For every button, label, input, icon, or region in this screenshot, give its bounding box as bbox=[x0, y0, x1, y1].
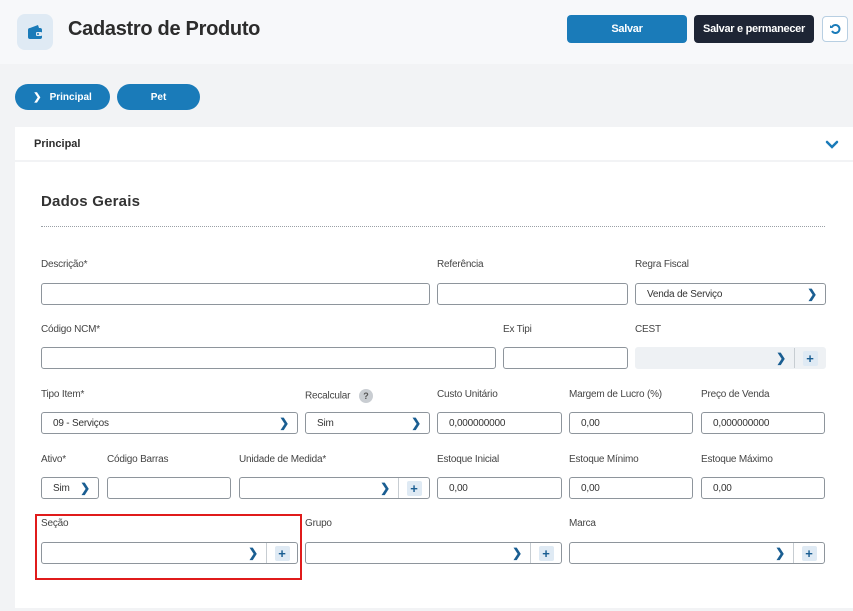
descricao-input[interactable] bbox=[41, 283, 430, 305]
page-title: Cadastro de Produto bbox=[68, 18, 261, 40]
codigo-barras-label: Código Barras bbox=[107, 454, 169, 465]
tab-pet-label: Pet bbox=[150, 91, 167, 103]
plus-icon: + bbox=[802, 350, 818, 366]
add-marca-button[interactable]: + bbox=[793, 543, 824, 563]
regra-fiscal-value: Venda de Serviço bbox=[647, 288, 723, 300]
chevron-right-icon: ❯ bbox=[380, 481, 390, 495]
card-title: Dados Gerais bbox=[41, 193, 141, 210]
ativo-label: Ativo* bbox=[41, 454, 66, 465]
referencia-input[interactable] bbox=[437, 283, 628, 305]
codigo-barras-input[interactable] bbox=[107, 477, 231, 499]
help-icon[interactable]: ? bbox=[358, 389, 373, 403]
regra-fiscal-select[interactable]: Venda de Serviço ❯ bbox=[635, 283, 826, 305]
recalcular-value: Sim bbox=[317, 417, 334, 429]
codigo-ncm-input[interactable] bbox=[41, 347, 496, 369]
estoque-maximo-label: Estoque Máximo bbox=[701, 454, 773, 465]
section-header[interactable]: Principal bbox=[15, 127, 853, 160]
chevron-right-icon: ❯ bbox=[776, 351, 786, 365]
tipo-item-select[interactable]: 09 - Serviços ❯ bbox=[41, 412, 298, 434]
unidade-medida-select[interactable]: ❯ + bbox=[239, 477, 430, 499]
save-and-stay-button[interactable]: Salvar e permanecer bbox=[694, 15, 814, 43]
top-bar: Cadastro de Produto Salvar Salvar e perm… bbox=[0, 0, 853, 64]
tipo-item-value: 09 - Serviços bbox=[53, 417, 109, 429]
divider bbox=[41, 226, 825, 227]
chevron-right-icon: ❯ bbox=[512, 546, 522, 560]
margem-lucro-label: Margem de Lucro (%) bbox=[569, 389, 662, 400]
margem-lucro-input[interactable]: 0,00 bbox=[569, 412, 693, 434]
plus-icon: + bbox=[406, 480, 422, 496]
marca-label: Marca bbox=[569, 518, 596, 529]
tab-principal-label: Principal bbox=[49, 91, 92, 103]
chevron-right-icon: ❯ bbox=[775, 546, 785, 560]
chevron-right-icon: ❯ bbox=[807, 287, 817, 301]
regra-fiscal-label: Regra Fiscal bbox=[635, 259, 689, 270]
tab-pet[interactable]: Pet bbox=[117, 84, 200, 110]
tipo-item-label: Tipo Item* bbox=[41, 389, 85, 400]
ex-tipi-label: Ex Tipi bbox=[503, 324, 532, 335]
general-data-card: Dados Gerais Descrição* Referência Regra… bbox=[15, 162, 853, 608]
unidade-medida-label: Unidade de Medida* bbox=[239, 454, 327, 465]
ativo-value: Sim bbox=[53, 482, 70, 494]
ex-tipi-input[interactable] bbox=[503, 347, 628, 369]
codigo-ncm-label: Código NCM* bbox=[41, 324, 100, 335]
highlight-box bbox=[35, 514, 302, 580]
plus-icon: + bbox=[801, 545, 817, 561]
add-unidade-medida-button[interactable]: + bbox=[398, 478, 429, 498]
add-cest-button[interactable]: + bbox=[794, 348, 825, 368]
chevron-right-icon: ❯ bbox=[80, 481, 90, 495]
estoque-minimo-label: Estoque Mínimo bbox=[569, 454, 639, 465]
estoque-inicial-label: Estoque Inicial bbox=[437, 454, 500, 465]
estoque-maximo-input[interactable]: 0,00 bbox=[701, 477, 825, 499]
recalcular-select[interactable]: Sim ❯ bbox=[305, 412, 430, 434]
add-grupo-button[interactable]: + bbox=[530, 543, 561, 563]
cest-select[interactable]: ❯ + bbox=[635, 347, 826, 369]
grupo-label: Grupo bbox=[305, 518, 332, 529]
chevron-right-icon: ❯ bbox=[33, 91, 42, 103]
referencia-label: Referência bbox=[437, 259, 484, 270]
estoque-inicial-input[interactable]: 0,00 bbox=[437, 477, 562, 499]
custo-unitario-input[interactable]: 0,000000000 bbox=[437, 412, 562, 434]
recalcular-label: Recalcular bbox=[305, 390, 351, 402]
chevron-right-icon: ❯ bbox=[279, 416, 289, 430]
cest-label: CEST bbox=[635, 324, 661, 335]
chevron-right-icon: ❯ bbox=[411, 416, 421, 430]
custo-unitario-label: Custo Unitário bbox=[437, 389, 498, 400]
chevron-down-icon[interactable] bbox=[825, 137, 839, 155]
preco-venda-label: Preço de Venda bbox=[701, 389, 770, 400]
wallet-icon bbox=[17, 14, 53, 50]
plus-icon: + bbox=[538, 545, 554, 561]
undo-icon[interactable] bbox=[822, 16, 848, 42]
estoque-minimo-input[interactable]: 0,00 bbox=[569, 477, 693, 499]
grupo-select[interactable]: ❯ + bbox=[305, 542, 562, 564]
section-title: Principal bbox=[34, 138, 81, 150]
marca-select[interactable]: ❯ + bbox=[569, 542, 825, 564]
descricao-label: Descrição* bbox=[41, 259, 88, 270]
save-button[interactable]: Salvar bbox=[567, 15, 687, 43]
preco-venda-input[interactable]: 0,000000000 bbox=[701, 412, 825, 434]
recalcular-label-wrap: Recalcular ? bbox=[305, 389, 373, 403]
ativo-select[interactable]: Sim ❯ bbox=[41, 477, 99, 499]
tab-principal[interactable]: ❯ Principal bbox=[15, 84, 110, 110]
